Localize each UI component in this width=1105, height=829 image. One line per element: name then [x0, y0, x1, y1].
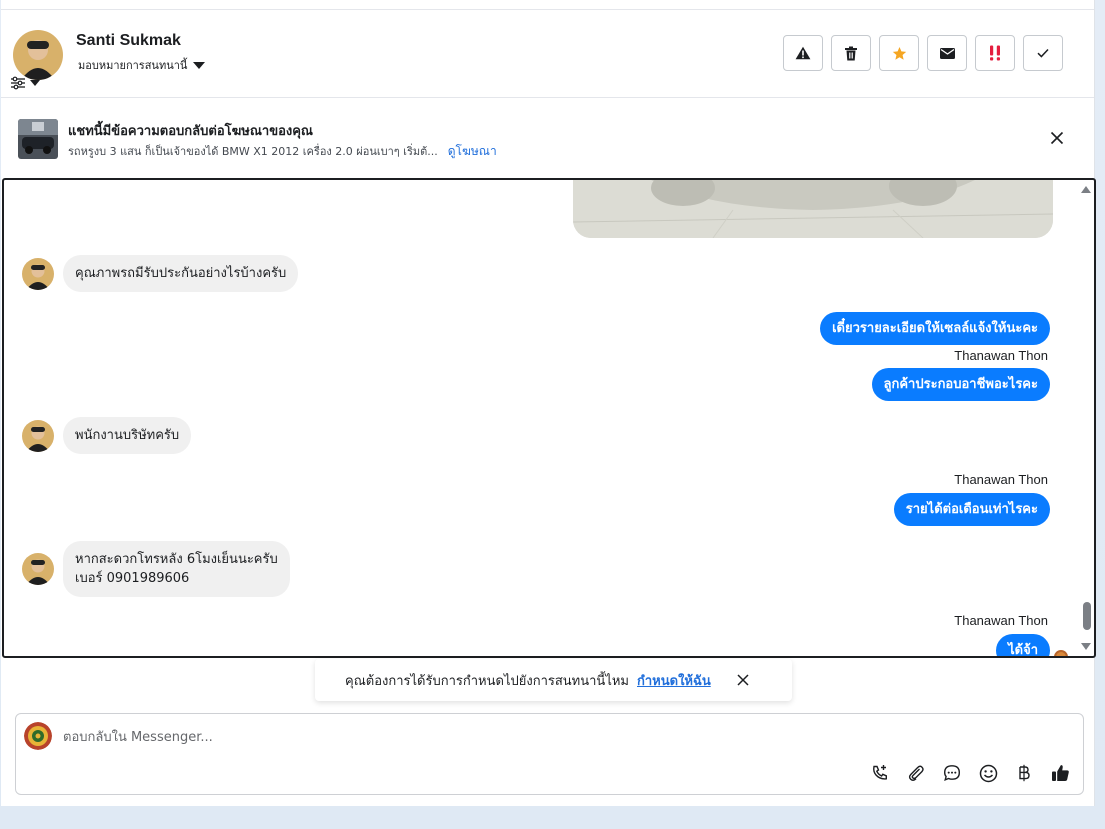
call-icon[interactable] — [869, 762, 891, 784]
scrollbar[interactable] — [1080, 180, 1094, 656]
assign-label: มอบหมายการสนทนานี้ — [78, 59, 188, 72]
composer-toolbar — [869, 762, 1071, 784]
scrollbar-thumb[interactable] — [1083, 602, 1091, 630]
ad-banner-subtitle: รถหรูงบ 3 แสน ก็เป็นเจ้าของได้ BMW X1 20… — [68, 142, 497, 161]
mark-unread-button[interactable] — [927, 35, 967, 71]
filter-menu-button[interactable] — [10, 76, 40, 90]
ad-description: รถหรูงบ 3 แสน ก็เป็นเจ้าของได้ BMW X1 20… — [68, 145, 438, 158]
done-button[interactable] — [1023, 35, 1063, 71]
view-ad-link[interactable]: ดูโฆษณา — [448, 142, 497, 161]
sliders-icon — [11, 76, 25, 90]
warning-icon — [795, 46, 811, 60]
assign-prompt-toast: คุณต้องการได้รับการกำหนดไปยังการสนทนานี้… — [315, 659, 792, 701]
scroll-down-arrow-icon[interactable] — [1081, 643, 1091, 650]
trash-icon — [845, 46, 857, 60]
double-exclamation-icon — [990, 45, 1000, 61]
message-line: หากสะดวกโทรหลัง 6โมงเย็นนะครับ — [75, 552, 278, 567]
contact-avatar[interactable] — [13, 30, 63, 80]
message-bubble: คุณภาพรถมีรับประกันอย่างไรบ้างครับ — [63, 255, 299, 292]
ad-reply-banner: แชทนี้มีข้อความตอบกลับต่อโฆษณาของคุณ รถห… — [1, 99, 1094, 179]
reply-input[interactable] — [63, 724, 963, 750]
star-icon — [892, 46, 906, 60]
chevron-down-icon — [30, 80, 40, 86]
assign-prompt-text: คุณต้องการได้รับการกำหนดไปยังการสนทนานี้… — [345, 673, 629, 689]
like-icon[interactable] — [1049, 762, 1071, 784]
ad-banner-title: แชทนี้มีข้อความตอบกลับต่อโฆษณาของคุณ — [68, 124, 313, 139]
emoji-icon[interactable] — [977, 762, 999, 784]
image-attachment-bubble[interactable] — [573, 180, 1053, 238]
incoming-message: พนักงานบริษัทครับ — [22, 417, 192, 454]
delete-button[interactable] — [831, 35, 871, 71]
assign-dropdown[interactable]: มอบหมายการสนทนานี้ — [78, 56, 206, 74]
contact-avatar — [22, 257, 54, 290]
close-icon[interactable] — [1048, 129, 1066, 147]
saved-reply-icon[interactable] — [941, 762, 963, 784]
checkmark-icon — [1037, 48, 1049, 58]
read-receipt-avatar — [1054, 650, 1068, 656]
message-bubble: หากสะดวกโทรหลัง 6โมงเย็นนะครับ เบอร์ 090… — [63, 541, 290, 597]
page-avatar — [24, 722, 52, 750]
ad-thumbnail[interactable] — [18, 119, 58, 159]
incoming-message: คุณภาพรถมีรับประกันอย่างไรบ้างครับ — [22, 255, 299, 292]
inbox-panel: Santi Sukmak มอบหมายการสนทนานี้ แชทนี้มี… — [1, 0, 1096, 806]
contact-avatar — [22, 419, 54, 452]
message-thread[interactable]: คุณภาพรถมีรับประกันอย่างไรบ้างครับ เดี๋ย… — [2, 178, 1096, 658]
conversation-header: Santi Sukmak มอบหมายการสนทนานี้ — [1, 10, 1094, 98]
spam-button[interactable] — [975, 35, 1015, 71]
message-composer — [15, 713, 1084, 795]
message-bubble: พนักงานบริษัทครับ — [63, 417, 192, 454]
star-button[interactable] — [879, 35, 919, 71]
sender-name: Thanawan Thon — [954, 348, 1048, 363]
contact-avatar — [22, 553, 54, 585]
attachment-icon[interactable] — [905, 762, 927, 784]
outgoing-message: รายได้ต่อเดือนเท่าไรคะ — [893, 493, 1050, 526]
message-line: เบอร์ 0901989606 — [75, 571, 190, 586]
header-actions — [783, 35, 1063, 71]
outgoing-message: ได้จ้า — [996, 634, 1050, 656]
sender-name: Thanawan Thon — [954, 613, 1048, 628]
contact-name: Santi Sukmak — [76, 32, 181, 49]
chevron-down-icon — [193, 61, 206, 69]
outgoing-message: เดี๋ยวรายละเอียดให้เซลล์แจ้งให้นะคะ — [820, 312, 1050, 345]
close-icon[interactable] — [735, 672, 751, 688]
report-button[interactable] — [783, 35, 823, 71]
scroll-up-arrow-icon[interactable] — [1081, 186, 1091, 193]
sender-name: Thanawan Thon — [954, 472, 1048, 487]
envelope-icon — [939, 47, 955, 59]
assign-to-me-link[interactable]: กำหนดให้ฉัน — [637, 670, 711, 691]
outgoing-message: ลูกค้าประกอบอาชีพอะไรคะ — [871, 368, 1050, 401]
baht-icon[interactable] — [1013, 762, 1035, 784]
incoming-message: หากสะดวกโทรหลัง 6โมงเย็นนะครับ เบอร์ 090… — [22, 541, 290, 597]
